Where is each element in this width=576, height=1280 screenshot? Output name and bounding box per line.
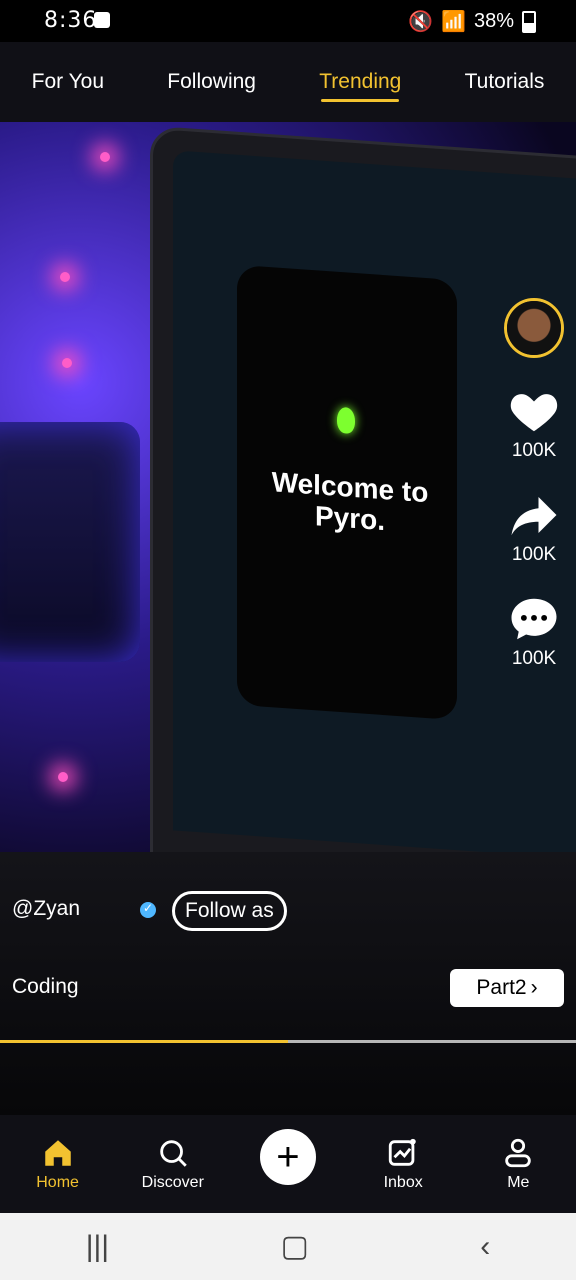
author-name[interactable]: @Zyan — [12, 897, 80, 921]
status-time: 8:36 — [44, 8, 98, 33]
avatar-image — [507, 301, 561, 355]
avatar[interactable] — [504, 298, 564, 358]
comment-button[interactable]: 100K — [507, 592, 561, 670]
home-system-icon[interactable]: ▢ — [281, 1229, 309, 1264]
like-button[interactable]: 100K — [507, 384, 561, 462]
nav-inbox-label: Inbox — [383, 1174, 423, 1191]
flame-icon — [337, 406, 355, 435]
light-dot — [60, 272, 70, 282]
recent-apps-icon[interactable]: ||| — [86, 1230, 109, 1264]
light-dot — [100, 152, 110, 162]
system-navigation-bar: ||| ▢ ‹ — [0, 1213, 576, 1280]
battery-text: 38% — [473, 10, 514, 32]
top-tabs: For You Following Trending Tutorials — [0, 42, 576, 122]
nav-discover[interactable]: Discover — [123, 1136, 223, 1192]
back-icon[interactable]: ‹ — [480, 1230, 490, 1264]
nav-create[interactable]: + — [238, 1129, 338, 1185]
video-description: Coding — [12, 975, 79, 998]
inbox-icon — [388, 1138, 416, 1166]
plus-icon: + — [259, 1129, 316, 1185]
like-count: 100K — [511, 440, 557, 461]
nav-me[interactable]: Me — [468, 1136, 568, 1192]
video-player[interactable]: Welcome to Pyro. — [0, 122, 576, 1115]
nav-inbox[interactable]: Inbox — [353, 1136, 453, 1192]
nav-discover-label: Discover — [141, 1174, 204, 1191]
verified-icon — [140, 901, 156, 918]
tab-trending[interactable]: Trending — [311, 70, 409, 102]
video-progress-fill — [0, 1040, 288, 1043]
nav-home-label: Home — [36, 1174, 79, 1191]
status-bar: 8:36 🔇 📶 38% — [0, 0, 576, 42]
mug-image — [0, 422, 140, 662]
battery-icon — [522, 10, 536, 33]
share-icon — [511, 497, 557, 536]
mute-icon: 🔇 — [408, 11, 434, 33]
nav-home[interactable]: Home — [8, 1136, 108, 1192]
side-actions: 100K 100K 100K — [502, 298, 566, 670]
comment-count: 100K — [511, 648, 557, 669]
wifi-icon: 📶 — [441, 11, 466, 33]
comment-icon — [511, 598, 557, 640]
bottom-navigation: Home Discover + Inbox Me — [0, 1115, 576, 1213]
heart-icon — [510, 394, 558, 432]
tab-following[interactable]: Following — [159, 70, 264, 94]
light-dot — [58, 772, 68, 782]
search-icon — [160, 1140, 187, 1167]
follow-button[interactable]: Follow as — [172, 891, 287, 931]
share-count: 100K — [511, 544, 557, 565]
part-label: Part2 — [476, 976, 527, 999]
nav-me-label: Me — [507, 1174, 530, 1191]
tab-tutorials[interactable]: Tutorials — [457, 70, 553, 94]
part-button[interactable]: Part2 › — [450, 969, 564, 1007]
light-dot — [62, 358, 72, 368]
tab-for-you[interactable]: For You — [24, 70, 112, 94]
home-icon — [44, 1140, 71, 1166]
video-progress-bar[interactable] — [0, 1040, 576, 1043]
user-icon — [505, 1138, 532, 1168]
status-icons: 🔇 📶 38% — [408, 9, 536, 34]
shopping-bag-icon — [94, 12, 110, 28]
share-button[interactable]: 100K — [507, 488, 561, 566]
phone-mockup: Welcome to Pyro. — [237, 264, 457, 721]
welcome-text: Welcome to Pyro. — [271, 466, 429, 536]
chevron-right-icon: › — [530, 976, 538, 999]
